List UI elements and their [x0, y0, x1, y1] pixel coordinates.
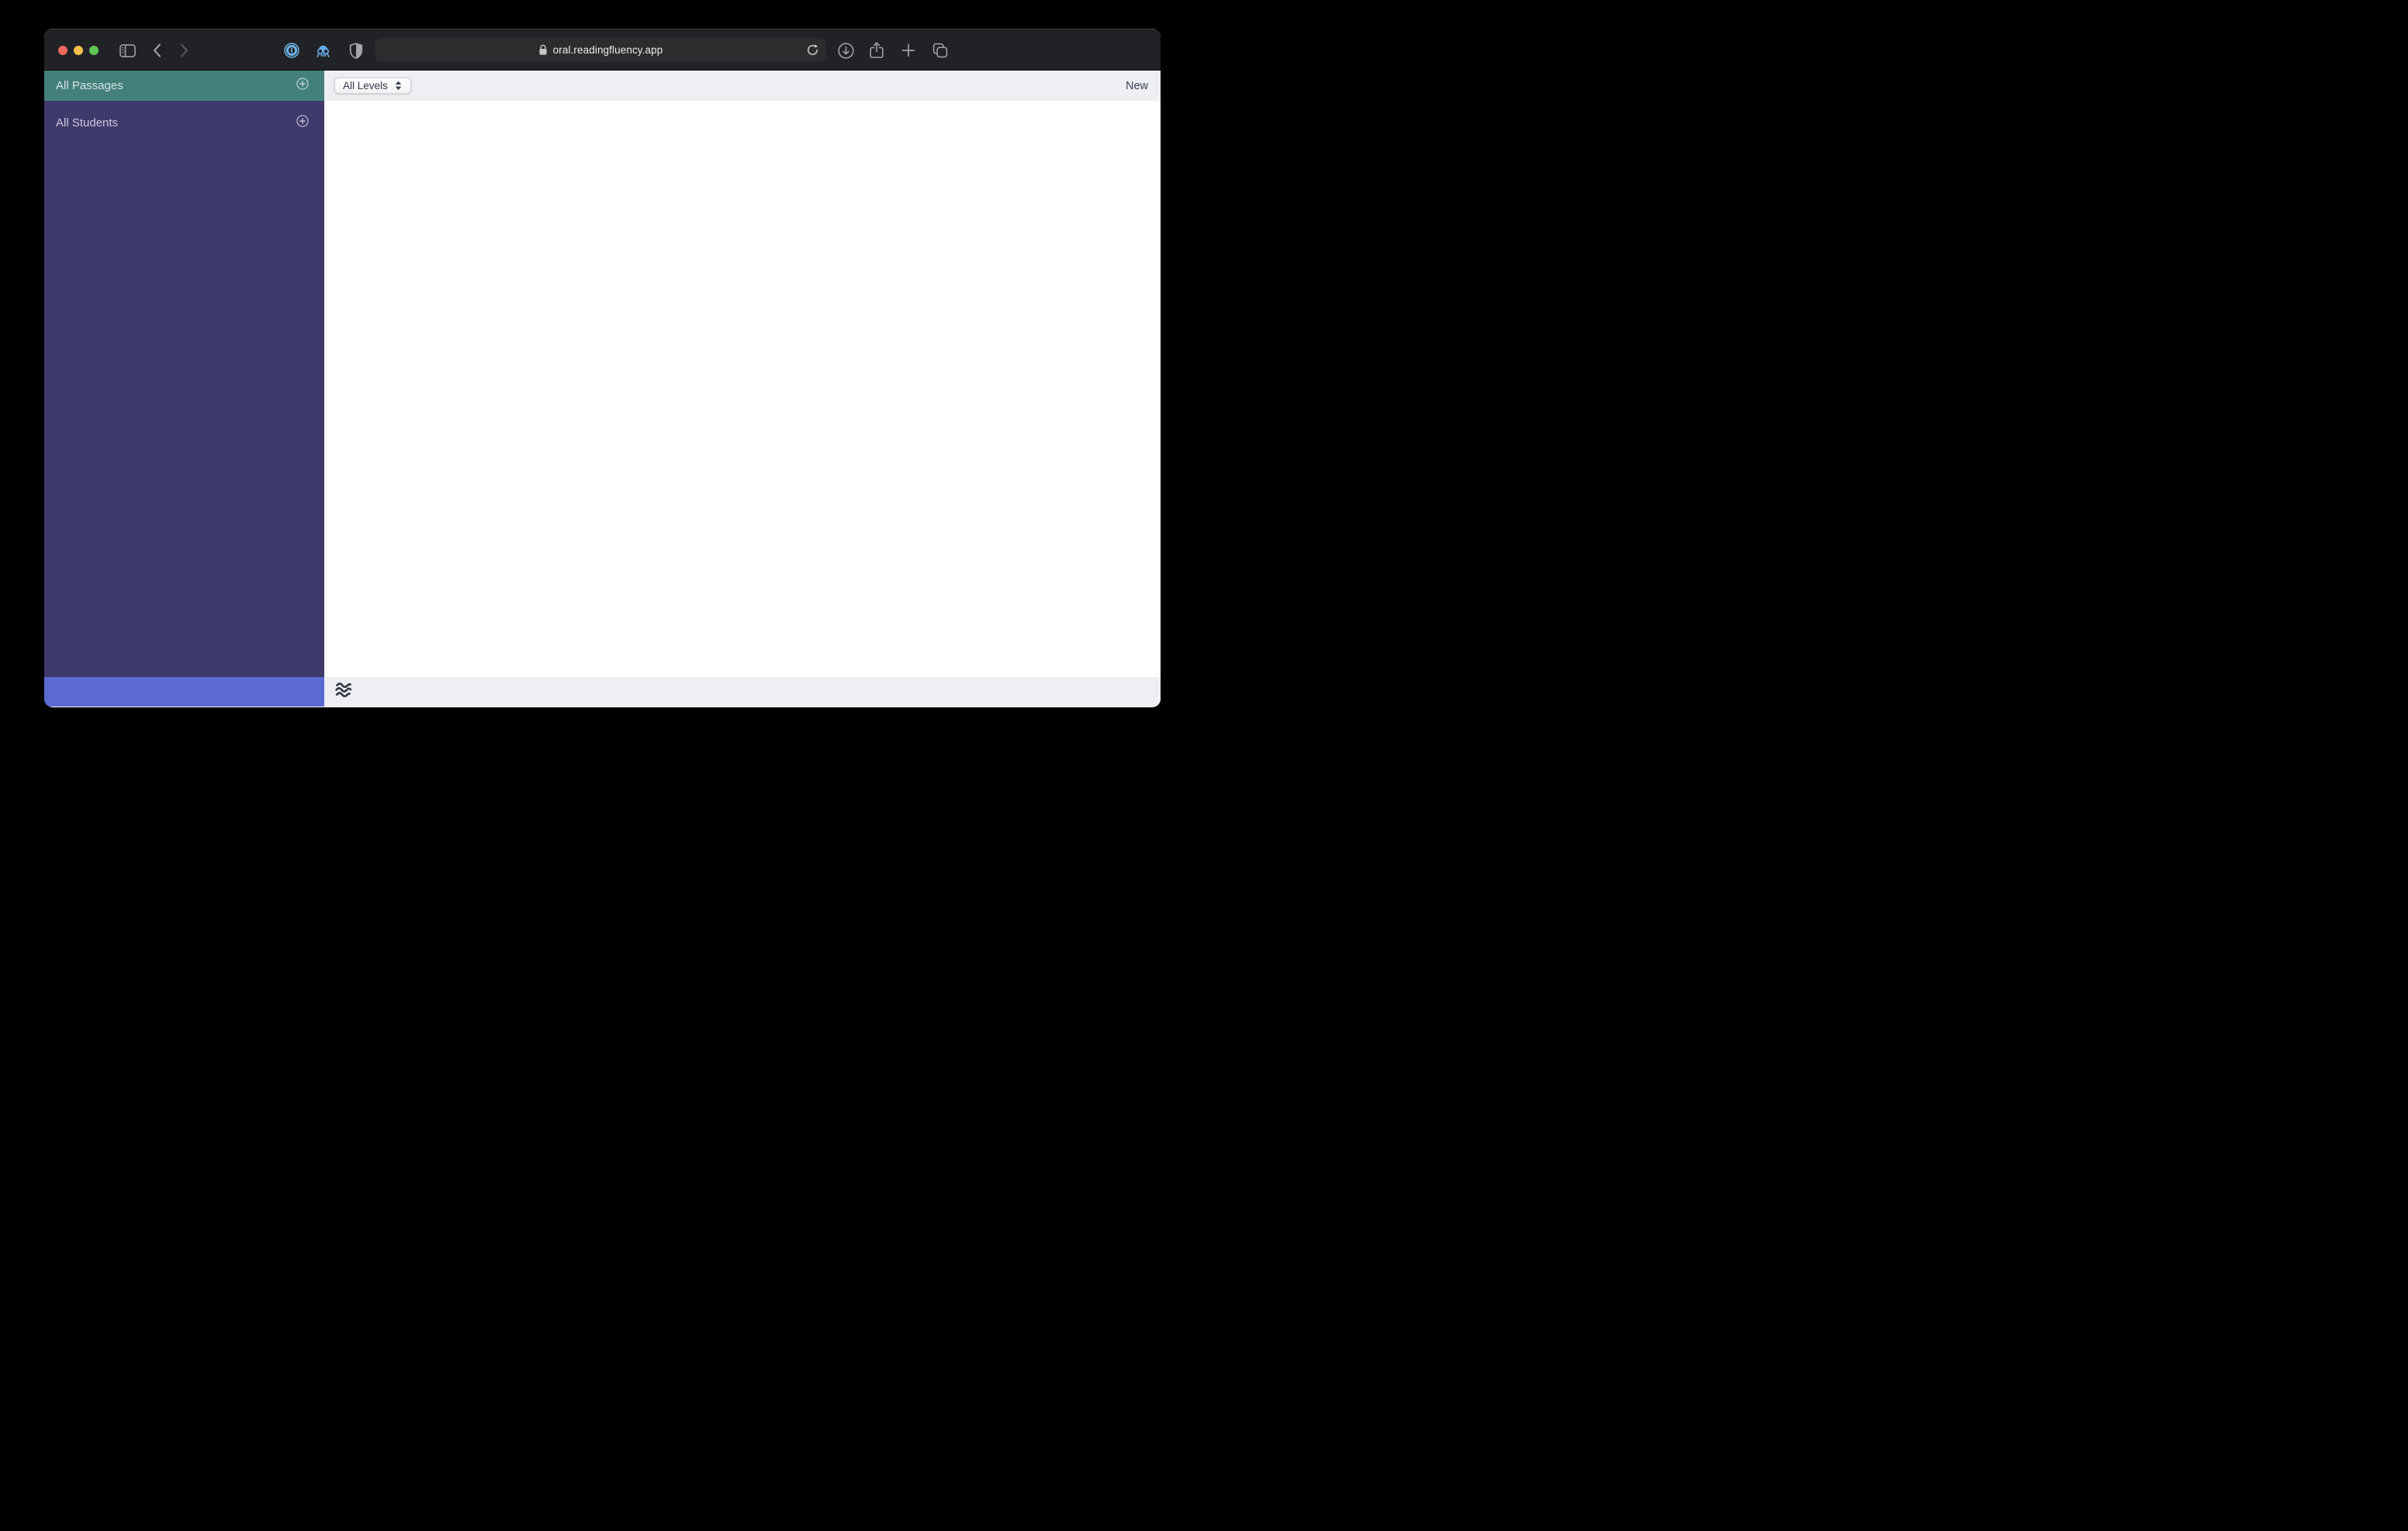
new-tab-icon[interactable]: [901, 29, 915, 71]
bottom-toolbar: [324, 677, 1161, 707]
main-panel: All Levels New: [324, 71, 1161, 707]
sidebar-item-all-students[interactable]: All Students: [44, 108, 324, 138]
new-button[interactable]: New: [1126, 80, 1148, 92]
browser-chrome: oral.readingfluency.app: [44, 29, 1161, 71]
app-body: All Passages All Students All Levels New: [44, 71, 1161, 707]
main-toolbar: All Levels New: [324, 71, 1161, 101]
sidebar-item-label: All Passages: [56, 79, 123, 92]
add-passage-icon[interactable]: [296, 78, 309, 94]
waves-icon[interactable]: [334, 682, 354, 702]
sidebar-item-label: All Students: [56, 116, 119, 130]
forward-icon[interactable]: [178, 29, 189, 71]
traffic-lights: [58, 46, 99, 55]
back-icon[interactable]: [151, 29, 162, 71]
sidebar: All Passages All Students: [44, 71, 324, 707]
tab-overview-icon[interactable]: [932, 29, 948, 71]
level-filter-select[interactable]: All Levels: [334, 78, 411, 94]
close-window-button[interactable]: [58, 46, 67, 55]
sidebar-item-all-passages[interactable]: All Passages: [44, 71, 324, 101]
zoom-window-button[interactable]: [89, 46, 99, 55]
minimize-window-button[interactable]: [74, 46, 83, 55]
reload-icon[interactable]: [806, 43, 819, 60]
screen: oral.readingfluency.app All Passages All…: [0, 0, 1204, 766]
lock-icon: [539, 44, 547, 55]
shield-extension-icon[interactable]: [348, 29, 363, 71]
address-bar[interactable]: oral.readingfluency.app: [375, 38, 826, 62]
add-student-icon[interactable]: [296, 115, 309, 131]
select-stepper-icon: [395, 81, 402, 91]
browser-window: oral.readingfluency.app All Passages All…: [44, 29, 1161, 707]
downloads-icon[interactable]: [838, 29, 854, 71]
level-filter-value: All Levels: [343, 80, 388, 92]
share-icon[interactable]: [869, 29, 884, 71]
url-text: oral.readingfluency.app: [552, 44, 663, 56]
passage-list-empty-area: [324, 101, 1161, 677]
octopus-extension-icon[interactable]: [315, 29, 331, 71]
sidebar-toggle-icon[interactable]: [119, 29, 136, 71]
onepassword-extension-icon[interactable]: [284, 29, 299, 71]
sidebar-footer-bar: [44, 677, 324, 707]
